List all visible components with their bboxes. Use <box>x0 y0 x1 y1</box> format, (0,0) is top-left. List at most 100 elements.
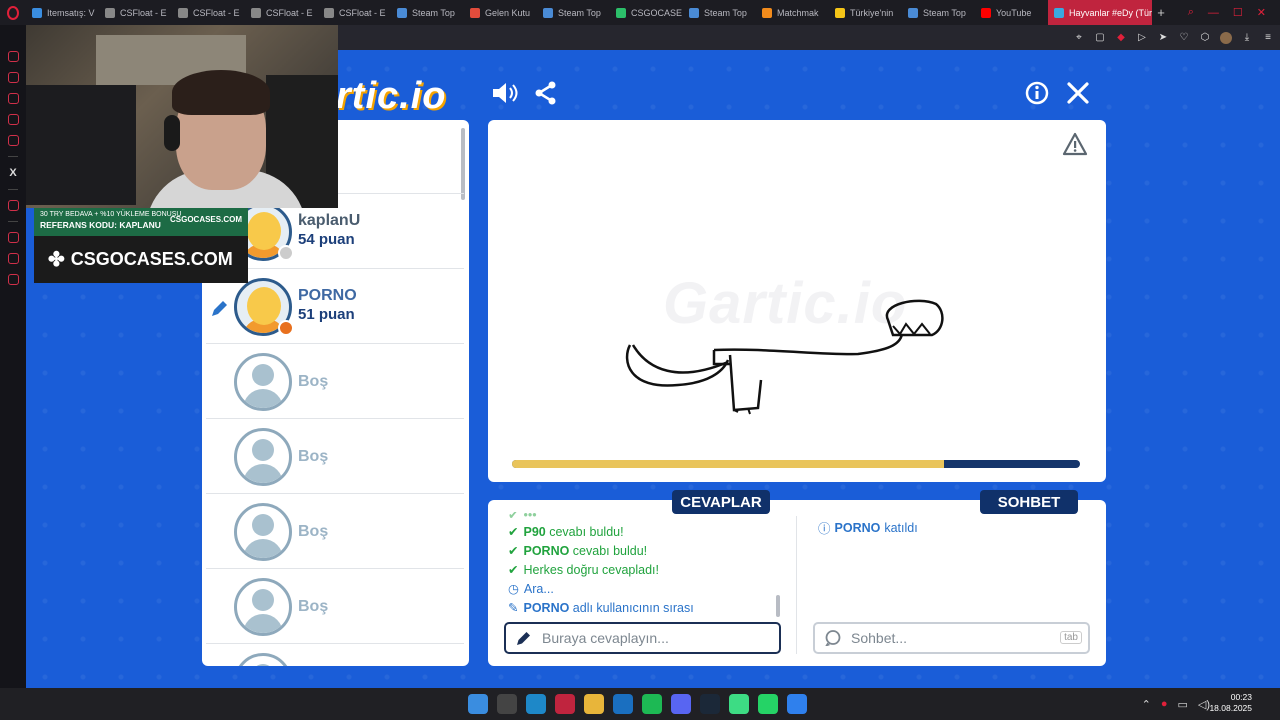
tab-label: CSFloat - E <box>339 7 386 18</box>
opera-logo-icon[interactable] <box>0 0 26 25</box>
drawing-canvas[interactable]: Gartic.io <box>488 120 1106 482</box>
whatsapp-icon[interactable] <box>758 694 778 714</box>
favicon-icon <box>470 7 480 18</box>
chat-input[interactable]: Sohbet... tab <box>813 622 1090 654</box>
empty-slot-label: Boş <box>298 523 329 540</box>
empty-avatar-icon <box>234 352 292 411</box>
settings-icon[interactable] <box>7 274 19 285</box>
flow-icon[interactable] <box>7 253 19 264</box>
favicon-icon <box>981 7 991 18</box>
clock-icon: ◷ <box>508 582 519 596</box>
chat-message: ⓘ PORNO katıldı <box>818 518 918 537</box>
empty-avatar-icon <box>234 577 292 636</box>
instagram-icon[interactable] <box>7 114 19 125</box>
history-icon[interactable] <box>7 72 19 83</box>
chevron-up-icon[interactable]: ⌃ <box>1142 698 1151 711</box>
tab[interactable]: Steam Top <box>537 0 610 25</box>
start-icon[interactable] <box>468 694 488 714</box>
exit-button[interactable] <box>1061 78 1095 108</box>
tab[interactable]: Steam Top <box>683 0 756 25</box>
sound-button[interactable] <box>488 78 522 108</box>
tab-label: Türkiye'nin <box>850 7 894 18</box>
tab[interactable]: CSFloat - E <box>318 0 391 25</box>
tab[interactable]: Gelen Kutu <box>464 0 537 25</box>
tab[interactable]: YouTube <box>975 0 1048 25</box>
answers-log: ✔ ••• ✔ P90 cevabı buldu! ✔ PORNO cevabı bu… <box>508 512 768 620</box>
snapshot-icon[interactable]: ▢ <box>1094 32 1106 44</box>
messenger-icon[interactable] <box>7 51 19 62</box>
download-icon[interactable]: ⤓ <box>1241 32 1253 44</box>
tab[interactable]: CSFloat - E <box>172 0 245 25</box>
tab-label: CSGOCASE <box>631 7 683 18</box>
spotify-icon[interactable] <box>642 694 662 714</box>
drawing-pencil-icon <box>210 298 230 323</box>
favicon-icon <box>397 7 407 18</box>
favicon-icon <box>324 7 334 18</box>
player-name: kaplanU <box>298 212 361 229</box>
search-icon[interactable]: ⌕ <box>1188 6 1194 19</box>
checkmark-icon: ✔ <box>508 563 519 577</box>
tab-active[interactable]: Hayvanlar #eDy (Tür <box>1048 0 1152 25</box>
outlook-icon[interactable] <box>613 694 633 714</box>
tab[interactable]: Türkiye'nin <box>829 0 902 25</box>
pin-icon[interactable]: ⌖ <box>1073 32 1085 44</box>
tab[interactable]: CSGOCASE <box>610 0 683 25</box>
new-tab-button[interactable]: + <box>1152 5 1170 20</box>
close-window-button[interactable]: ✕ <box>1257 6 1266 19</box>
heart-icon[interactable]: ♡ <box>1178 32 1190 44</box>
discord-icon[interactable] <box>671 694 691 714</box>
android-icon[interactable] <box>729 694 749 714</box>
player-status-badge <box>278 320 294 336</box>
extensions-icon[interactable]: ⬡ <box>1199 32 1211 44</box>
browser-sidebar: X <box>0 25 26 688</box>
player-icon[interactable] <box>7 200 19 211</box>
tab[interactable]: Steam Top <box>902 0 975 25</box>
taskbar-clock[interactable]: 00:23 18.08.2025 <box>1209 692 1252 714</box>
favicon-icon <box>616 7 626 18</box>
display-icon[interactable]: ▭ <box>1177 698 1187 711</box>
shield-icon[interactable]: ◆ <box>1115 32 1127 44</box>
profile-icon[interactable] <box>1220 31 1232 44</box>
steam-icon[interactable] <box>700 694 720 714</box>
maximize-button[interactable]: ☐ <box>1233 6 1243 19</box>
send-icon[interactable]: ➤ <box>1157 32 1169 44</box>
report-button[interactable] <box>1062 132 1088 161</box>
menu-icon[interactable]: ≡ <box>1262 32 1274 44</box>
pencil-icon: ✎ <box>508 601 519 615</box>
share-button[interactable] <box>529 78 563 108</box>
tab-label: Steam Top <box>558 7 601 18</box>
divider <box>796 516 797 654</box>
empty-avatar-icon <box>234 502 292 561</box>
tab[interactable]: CSFloat - E <box>245 0 318 25</box>
tab[interactable]: Itemsatış: V <box>26 0 99 25</box>
explorer-icon[interactable] <box>584 694 604 714</box>
volume-icon[interactable]: ◁) <box>1198 698 1210 711</box>
tab[interactable]: Steam Top <box>391 0 464 25</box>
search-icon[interactable] <box>497 694 517 714</box>
tab-label: Itemsatış: V <box>47 7 95 18</box>
tab[interactable]: CSFloat - E <box>99 0 172 25</box>
empty-slot <box>206 645 464 666</box>
player-drawing <box>625 299 944 415</box>
checkmark-icon: ✔ <box>508 544 519 558</box>
edge-icon[interactable] <box>526 694 546 714</box>
answers-header: CEVAPLAR <box>672 490 770 514</box>
opera-icon[interactable] <box>555 694 575 714</box>
whatsapp-icon[interactable] <box>7 135 19 146</box>
answer-input[interactable]: Buraya cevaplayın... <box>504 622 781 654</box>
play-icon[interactable]: ▷ <box>1136 32 1148 44</box>
mic-icon[interactable]: ● <box>1161 698 1168 710</box>
app-icon[interactable] <box>787 694 807 714</box>
bookmark-icon[interactable] <box>7 93 19 104</box>
answers-scrollbar[interactable] <box>776 595 780 617</box>
clock-date: 18.08.2025 <box>1209 703 1252 713</box>
x-twitter-icon[interactable]: X <box>9 167 16 179</box>
answer-placeholder: Buraya cevaplayın... <box>542 630 669 646</box>
tab-label: CSFloat - E <box>120 7 167 18</box>
time-progress-bar <box>512 460 1080 468</box>
info-button[interactable] <box>1020 78 1054 108</box>
tab[interactable]: Matchmak <box>756 0 829 25</box>
clock-icon[interactable] <box>7 232 19 243</box>
minimize-button[interactable]: — <box>1208 7 1219 19</box>
favicon-icon <box>762 7 772 18</box>
